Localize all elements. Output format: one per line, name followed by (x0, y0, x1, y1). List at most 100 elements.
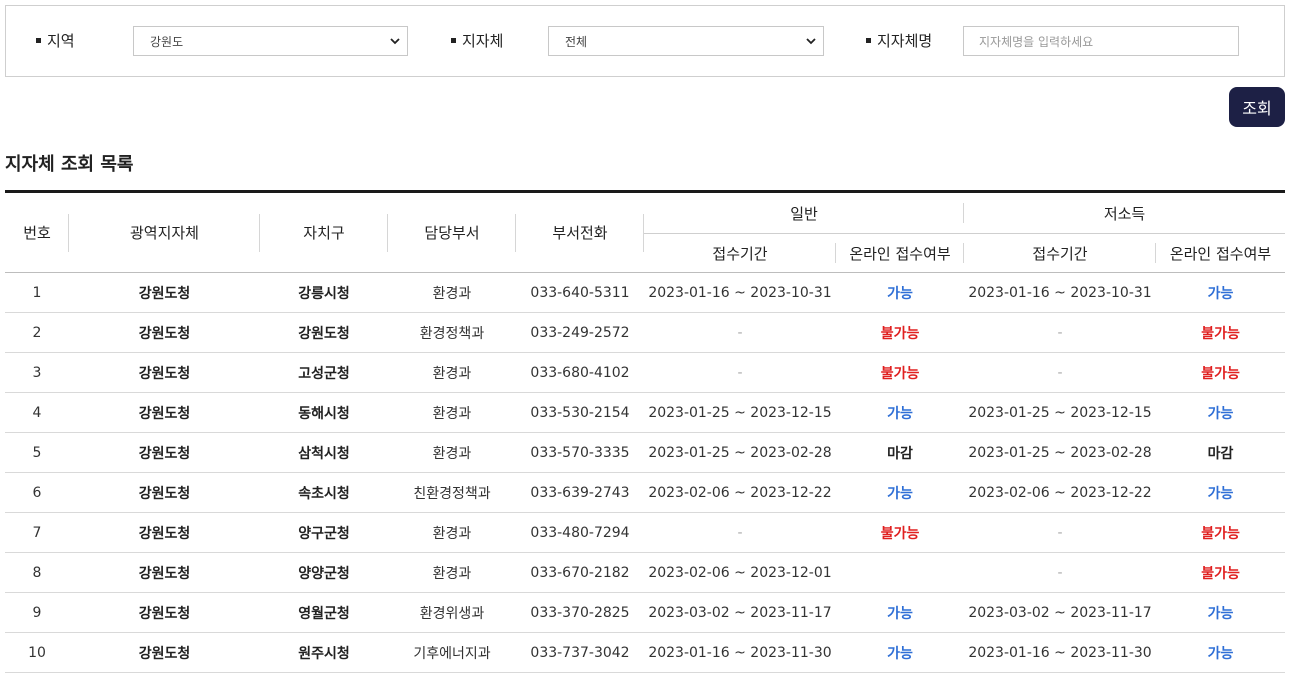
table-row[interactable]: 1 강원도청 강릉시청 환경과 033-640-5311 2023-01-16 ~ 202… (5, 272, 1286, 313)
cell-low-period: 2023-03-02 ~ 2023-11-17 (964, 592, 1157, 633)
table-row[interactable]: 4 강원도청 동해시청 환경과 033-530-2154 2023-01-25 ~ 202… (5, 392, 1286, 433)
region-label-text: 지역 (47, 32, 75, 50)
cell-no: 1 (5, 272, 69, 313)
cell-district: 삼척시청 (260, 432, 388, 473)
table-row[interactable]: 3 강원도청 고성군청 환경과 033-680-4102- 불가능 - 불가능 (5, 352, 1286, 393)
cell-department: 환경위생과 (388, 592, 516, 633)
header-general: 일반 (644, 191, 965, 234)
cell-general-online: 불가능 (836, 312, 965, 353)
cell-general-period: - (644, 312, 836, 353)
search-button[interactable]: 조회 (1229, 87, 1285, 127)
cell-general-online (836, 552, 965, 593)
chevron-down-icon (806, 38, 816, 45)
cell-phone: 033-570-3335 (516, 432, 644, 473)
cell-department: 환경과 (388, 432, 516, 473)
cell-department: 기후에너지과 (388, 632, 516, 673)
region-select-value: 강원도 (150, 34, 184, 49)
cell-general-period: 2023-01-25 ~ 2023-02-28 (644, 432, 836, 473)
cell-phone: 033-737-3042 (516, 632, 644, 673)
cell-district: 양구군청 (260, 512, 388, 553)
cell-no: 10 (5, 632, 69, 673)
cell-district: 고성군청 (260, 352, 388, 393)
table-row[interactable]: 9 강원도청 영월군청 환경위생과 033-370-2825 2023-03-02 ~ 2… (5, 592, 1286, 633)
cell-low-period: 2023-01-25 ~ 2023-02-28 (964, 432, 1157, 473)
table-row[interactable]: 6 강원도청 속초시청 친환경정책과 033-639-2743 2023-02-06 ~ … (5, 472, 1286, 513)
municipality-select-value: 전체 (565, 34, 588, 49)
header-department: 담당부서 (388, 192, 516, 273)
cell-general-online: 불가능 (836, 352, 965, 393)
cell-no: 7 (5, 512, 69, 553)
name-input[interactable]: 지자체명을 입력하세요 (963, 26, 1239, 56)
cell-general-period: 2023-01-16 ~ 2023-11-30 (644, 632, 836, 673)
cell-general-period: - (644, 512, 836, 553)
square-bullet-icon (36, 38, 41, 43)
cell-phone: 033-639-2743 (516, 472, 644, 513)
cell-no: 3 (5, 352, 69, 393)
cell-low-online: 불가능 (1156, 512, 1286, 553)
cell-department: 환경정책과 (388, 312, 516, 353)
cell-district: 강원도청 (260, 312, 388, 353)
municipality-table: 번호 광역지자체 자치구 담당부서 부서전화 일반 저소득 접수기간 온라인 접… (5, 190, 1286, 673)
table-row[interactable]: 10 강원도청 원주시청 기후에너지과 033-737-3042 2023-01-16 ~… (5, 632, 1286, 673)
cell-province: 강원도청 (69, 432, 260, 473)
cell-department: 환경과 (388, 392, 516, 433)
cell-phone: 033-249-2572 (516, 312, 644, 353)
header-low-online: 온라인 접수여부 (1169, 244, 1272, 263)
header-general-online: 온라인 접수여부 (836, 234, 965, 273)
cell-province: 강원도청 (69, 552, 260, 593)
cell-phone: 033-370-2825 (516, 592, 644, 633)
cell-general-online: 마감 (836, 432, 965, 473)
cell-general-period: 2023-01-25 ~ 2023-12-15 (644, 392, 836, 433)
cell-district: 원주시청 (260, 632, 388, 673)
cell-low-period: - (964, 552, 1157, 593)
square-bullet-icon (451, 38, 456, 43)
table-row[interactable]: 7 강원도청 양구군청 환경과 033-480-7294- 불가능 - 불가능 (5, 512, 1286, 553)
filter-panel: 지역 강원도 지자체 전체 지자체명 지자체명을 입력하세요 (5, 5, 1285, 77)
cell-low-online: 가능 (1156, 592, 1286, 633)
cell-province: 강원도청 (69, 352, 260, 393)
cell-district: 속초시청 (260, 472, 388, 513)
section-title: 지자체 조회 목록 (5, 154, 134, 175)
cell-general-online: 가능 (836, 632, 965, 673)
cell-low-period: 2023-02-06 ~ 2023-12-22 (964, 472, 1157, 513)
cell-general-online: 가능 (836, 272, 965, 313)
cell-low-online: 불가능 (1156, 352, 1286, 393)
cell-phone: 033-640-5311 (516, 272, 644, 313)
cell-general-online: 가능 (836, 592, 965, 633)
cell-low-period: 2023-01-16 ~ 2023-10-31 (964, 272, 1157, 313)
cell-general-online: 가능 (836, 472, 965, 513)
cell-province: 강원도청 (69, 272, 260, 313)
region-label: 지역 (36, 30, 75, 51)
cell-low-online: 가능 (1156, 472, 1286, 513)
municipality-select[interactable]: 전체 (548, 26, 824, 56)
cell-district: 동해시청 (260, 392, 388, 433)
cell-low-online: 가능 (1156, 632, 1286, 673)
chevron-down-icon (390, 38, 400, 45)
cell-low-period: 2023-01-16 ~ 2023-11-30 (964, 632, 1157, 673)
cell-district: 양양군청 (260, 552, 388, 593)
cell-low-period: - (964, 312, 1157, 353)
cell-low-online: 불가능 (1156, 312, 1286, 353)
cell-department: 친환경정책과 (388, 472, 516, 513)
header-no: 번호 (5, 192, 69, 273)
cell-no: 8 (5, 552, 69, 593)
cell-low-period: 2023-01-25 ~ 2023-12-15 (964, 392, 1157, 433)
name-label: 지자체명 (866, 30, 932, 51)
municipality-label-text: 지자체 (462, 32, 504, 50)
cell-no: 5 (5, 432, 69, 473)
cell-general-period: 2023-03-02 ~ 2023-11-17 (644, 592, 836, 633)
table-row[interactable]: 5 강원도청 삼척시청 환경과 033-570-3335 2023-01-25 ~ 202… (5, 432, 1286, 473)
cell-department: 환경과 (388, 552, 516, 593)
table-row[interactable]: 2 강원도청 강원도청 환경정책과 033-249-2572- 불가능 - 불가능 (5, 312, 1286, 353)
table-row[interactable]: 8 강원도청 양양군청 환경과 033-670-2182 2023-02-06 ~ 202… (5, 552, 1286, 593)
cell-district: 영월군청 (260, 592, 388, 633)
region-select[interactable]: 강원도 (133, 26, 408, 56)
cell-low-online: 가능 (1156, 272, 1286, 313)
cell-general-period: - (644, 352, 836, 393)
cell-department: 환경과 (388, 352, 516, 393)
cell-province: 강원도청 (69, 592, 260, 633)
cell-province: 강원도청 (69, 312, 260, 353)
cell-province: 강원도청 (69, 472, 260, 513)
cell-low-online: 불가능 (1156, 552, 1286, 593)
header-phone: 부서전화 (516, 192, 644, 273)
